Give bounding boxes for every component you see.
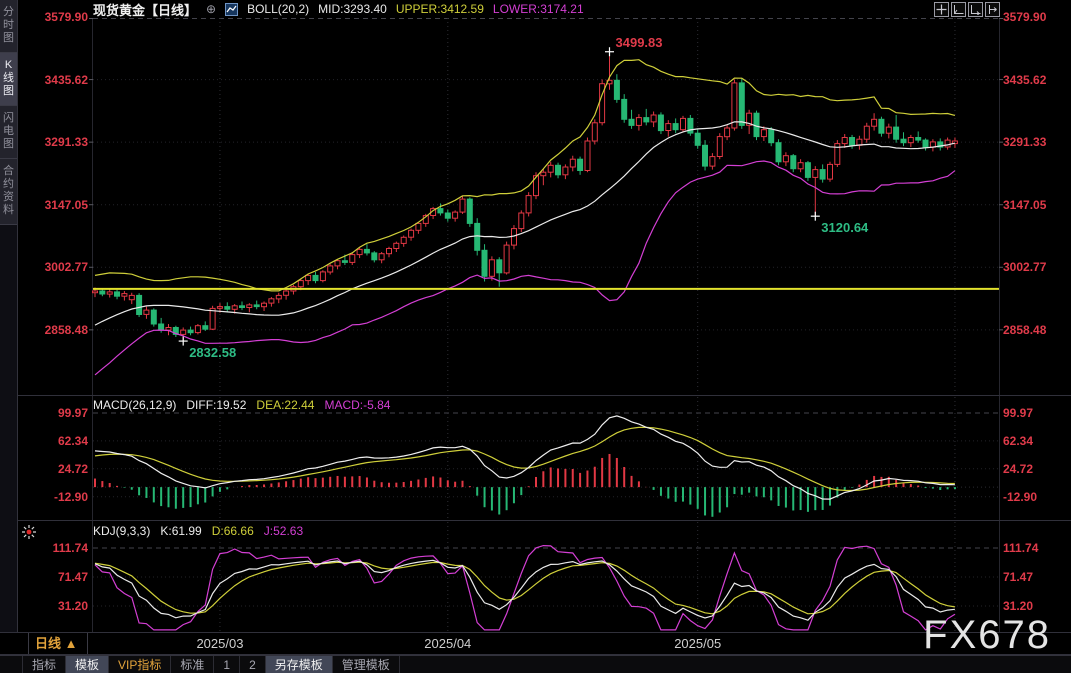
fx678-watermark: FX678 — [923, 613, 1051, 658]
symbol-title: 现货黄金【日线】 — [93, 0, 197, 19]
kdj-d-value: D:66.66 — [212, 524, 254, 538]
macd-kdj-divider — [0, 520, 1071, 521]
add-indicator-icon[interactable]: ⊕ — [206, 2, 216, 16]
chart-type-sidebar: 分时图K线图闪电图合约资料 — [0, 0, 18, 632]
toolbar-item-3[interactable]: 标准 — [171, 656, 214, 673]
boll-label: BOLL(20,2) — [247, 2, 309, 16]
axis-tick-label: 24.72 — [1003, 462, 1033, 476]
period-selector[interactable]: 日线 ▲ — [28, 633, 88, 654]
sidebar-tab-1[interactable]: K线图 — [0, 53, 17, 106]
macd-header: MACD(26,12,9) DIFF:19.52 DEA:22.44 MACD:… — [93, 398, 390, 412]
toolbar-item-6[interactable]: 另存模板 — [266, 656, 333, 673]
axis-tick-label: 3291.33 — [1003, 135, 1046, 149]
price-annotation: 2832.58 — [189, 345, 236, 360]
pane-settings-icon[interactable] — [21, 524, 37, 540]
axis-tick-label: -12.90 — [1003, 490, 1037, 504]
boll-upper-value: UPPER:3412.59 — [396, 2, 484, 16]
time-axis-label: 2025/04 — [408, 636, 488, 651]
chart-toolbar-icons — [934, 2, 1000, 17]
axis-tick-label: 111.74 — [1003, 541, 1038, 555]
chart-header: 现货黄金【日线】 ⊕ BOLL(20,2) MID:3293.40 UPPER:… — [93, 1, 584, 17]
boll-mid-value: MID:3293.40 — [318, 2, 387, 16]
toolbar-item-7[interactable]: 管理模板 — [333, 656, 400, 673]
macd-diff-value: DIFF:19.52 — [186, 398, 246, 412]
kdj-name: KDJ(9,3,3) — [93, 524, 150, 538]
pan-right-icon[interactable] — [985, 2, 1000, 17]
axis-tick-label: 3435.62 — [1003, 73, 1046, 87]
price-annotation: 3120.64 — [821, 220, 868, 235]
kdj-k-value: K:61.99 — [160, 524, 201, 538]
time-axis-label: 2025/05 — [658, 636, 738, 651]
axis-tick-label: 3002.77 — [1003, 260, 1046, 274]
time-axis-label: 2025/03 — [180, 636, 260, 651]
toolbar-item-5[interactable]: 2 — [240, 656, 266, 673]
price-annotation: 3499.83 — [616, 35, 663, 50]
sidebar-tab-2[interactable]: 闪电图 — [0, 106, 17, 159]
macd-name: MACD(26,12,9) — [93, 398, 176, 412]
chart-window: 分时图K线图闪电图合约资料 现货黄金【日线】 ⊕ BOLL(20,2) MID:… — [0, 0, 1071, 673]
toolbar-item-0[interactable]: 指标 — [22, 656, 66, 673]
toolbar-item-1[interactable]: 模板 — [66, 656, 109, 673]
sidebar-tab-3[interactable]: 合约资料 — [0, 159, 17, 225]
kdj-header: KDJ(9,3,3) K:61.99 D:66.66 J:52.63 — [93, 524, 303, 538]
macd-chart[interactable] — [0, 396, 1071, 520]
crosshair-tool-icon[interactable] — [934, 2, 949, 17]
toolbar-item-2[interactable]: VIP指标 — [109, 656, 171, 673]
period-label: 日线 — [35, 636, 61, 651]
axis-tick-label: 2858.48 — [1003, 323, 1046, 337]
toolbar-item-4[interactable]: 1 — [214, 656, 240, 673]
kdj-j-value: J:52.63 — [264, 524, 303, 538]
boll-chart-icon — [225, 3, 238, 16]
axis-tick-label: 99.97 — [1003, 406, 1033, 420]
axis-tick-label: 3579.90 — [1003, 10, 1046, 24]
scale-left-icon[interactable] — [951, 2, 966, 17]
boll-lower-value: LOWER:3174.21 — [493, 2, 584, 16]
sidebar-tab-0[interactable]: 分时图 — [0, 0, 17, 53]
axis-tick-label: 71.47 — [1003, 570, 1033, 584]
scale-right-icon[interactable] — [968, 2, 983, 17]
bottom-toolbar: 指标模板VIP指标标准12另存模板管理模板 — [0, 655, 1071, 673]
axis-tick-label: 62.34 — [1003, 434, 1033, 448]
price-chart[interactable] — [0, 18, 1071, 395]
kdj-axis-divider — [0, 632, 1071, 633]
macd-dea-value: DEA:22.44 — [256, 398, 314, 412]
axis-tick-label: 3147.05 — [1003, 198, 1046, 212]
price-macd-divider — [0, 395, 1071, 396]
axis-tick-label: 31.20 — [1003, 599, 1033, 613]
period-dropdown-arrow: ▲ — [65, 636, 78, 651]
macd-macd-value: MACD:-5.84 — [324, 398, 390, 412]
